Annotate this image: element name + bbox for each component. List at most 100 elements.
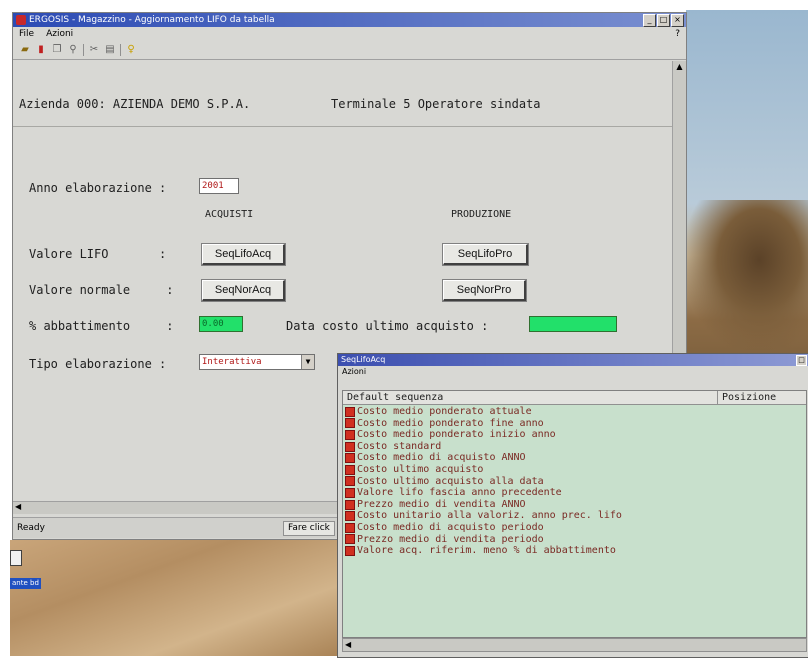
status-ready: Ready [17, 523, 45, 533]
item-icon [345, 441, 355, 452]
list-item[interactable]: Costo ultimo acquisto alla data [343, 476, 622, 488]
list-item[interactable]: Costo medio di acquisto ANNO [343, 452, 622, 464]
item-icon [345, 545, 355, 556]
chevron-down-icon[interactable]: ▼ [301, 355, 314, 369]
list-item-label: Costo unitario alla valoriz. anno prec. … [357, 510, 622, 522]
data-costo-field[interactable] [529, 316, 617, 332]
list-item-label: Costo ultimo acquisto [357, 463, 484, 475]
item-icon [345, 511, 355, 522]
menu-bar: File Azioni ? [13, 27, 686, 41]
sequence-popup: SeqLifoAcq □ Azioni Default sequenza Pos… [337, 353, 808, 658]
list-item-label: Costo medio ponderato attuale [357, 406, 532, 417]
desktop-file-icon[interactable] [10, 550, 22, 566]
col-posizione[interactable]: Posizione [717, 391, 776, 404]
desktop-top [0, 0, 808, 10]
list-item[interactable]: Costo medio ponderato attuale [343, 406, 622, 418]
list-item[interactable]: Valore lifo fascia anno precedente [343, 487, 622, 499]
produzione-header: PRODUZIONE [451, 209, 512, 220]
list-item-label: Valore acq. riferim. meno % di abbattime… [357, 545, 616, 557]
list-item-label: Valore lifo fascia anno precedente [357, 487, 562, 499]
list-item-label: Prezzo medio di vendita ANNO [357, 498, 526, 510]
open-icon[interactable]: ▰ [19, 44, 31, 56]
list-item-label: Costo ultimo acquisto alla data [357, 475, 544, 487]
maximize-button[interactable]: □ [657, 14, 670, 27]
chart-icon[interactable]: ▮ [35, 44, 47, 56]
item-icon [345, 464, 355, 475]
lifo-label: Valore LIFO : [29, 247, 167, 261]
search-icon[interactable]: ⚲ [67, 44, 79, 56]
scroll-left-icon[interactable]: ◀ [13, 502, 21, 511]
normale-label: Valore normale : [29, 283, 174, 297]
item-icon [345, 534, 355, 545]
item-icon [345, 499, 355, 510]
seq-lifo-acq-button[interactable]: SeqLifoAcq [201, 243, 286, 266]
acquisti-header: ACQUISTI [205, 209, 254, 220]
list-item[interactable]: Costo medio ponderato inizio anno [343, 429, 622, 441]
seq-lifo-pro-button[interactable]: SeqLifoPro [442, 243, 529, 266]
list-item[interactable]: Prezzo medio di vendita periodo [343, 534, 622, 546]
wallpaper-rock [686, 200, 808, 350]
tipo-label: Tipo elaborazione : [29, 357, 167, 371]
anno-field[interactable]: 2001 [199, 178, 239, 194]
list-item[interactable]: Prezzo medio di vendita ANNO [343, 499, 622, 511]
list-item-label: Costo standard [357, 440, 442, 452]
company-header: Azienda 000: AZIENDA DEMO S.P.A. [19, 97, 251, 111]
list-item[interactable]: Costo ultimo acquisto [343, 464, 622, 476]
popup-title: SeqLifoAcq [341, 355, 386, 364]
help-icon[interactable]: ♀ [125, 44, 137, 56]
popup-horizontal-scrollbar[interactable]: ◀ [342, 638, 807, 652]
item-icon [345, 429, 355, 440]
app-icon [16, 15, 26, 25]
close-button[interactable]: × [671, 14, 684, 27]
sequence-grid: Default sequenza Posizione Costo medio p… [342, 390, 807, 638]
popup-menu-azioni[interactable]: Azioni [338, 366, 808, 378]
tipo-select[interactable]: Interattiva ▼ [199, 354, 315, 370]
list-item[interactable]: Costo medio ponderato fine anno [343, 418, 622, 430]
scroll-up-icon[interactable]: ▲ [673, 61, 686, 73]
tipo-select-value: Interattiva [202, 357, 262, 367]
desktop-left [0, 10, 10, 656]
menu-file[interactable]: File [19, 27, 34, 41]
list-item[interactable]: Valore acq. riferim. meno % di abbattime… [343, 545, 622, 557]
list-item[interactable]: Costo medio di acquisto periodo [343, 522, 622, 534]
toolbar: ▰ ▮ ❐ ⚲ ✂ ▤ ♀ [13, 41, 686, 60]
item-icon [345, 418, 355, 429]
abbattimento-field[interactable]: 0.00 [199, 316, 243, 332]
menu-azioni[interactable]: Azioni [46, 27, 73, 41]
item-icon [345, 453, 355, 464]
title-bar[interactable]: ERGOSIS - Magazzino - Aggiornamento LIFO… [13, 13, 686, 27]
scroll-left-icon[interactable]: ◀ [343, 640, 351, 649]
desktop-icon-label[interactable]: ante bd [10, 578, 41, 589]
data-costo-label: Data costo ultimo acquisto : [286, 319, 489, 333]
list-item-label: Costo medio di acquisto periodo [357, 521, 544, 533]
seq-nor-pro-button[interactable]: SeqNorPro [442, 279, 527, 302]
list-item[interactable]: Costo standard [343, 441, 622, 453]
toolbar-separator [120, 44, 121, 56]
abbattimento-label: % abbattimento : [29, 319, 174, 333]
terminal-header: Terminale 5 Operatore sindata [331, 97, 541, 111]
item-icon [345, 476, 355, 487]
desktop-wallpaper-sand [10, 540, 340, 656]
seq-nor-acq-button[interactable]: SeqNorAcq [201, 279, 286, 302]
list-item-label: Costo medio ponderato fine anno [357, 417, 544, 429]
status-hint: Fare click [283, 521, 335, 536]
item-icon [345, 522, 355, 533]
menu-help[interactable]: ? [675, 27, 680, 41]
item-icon [345, 487, 355, 498]
print-icon[interactable]: ▤ [104, 44, 116, 56]
window-title: ERGOSIS - Magazzino - Aggiornamento LIFO… [29, 15, 275, 25]
list-item-label: Costo medio ponderato inizio anno [357, 429, 556, 441]
list-item-label: Prezzo medio di vendita periodo [357, 533, 544, 545]
list-item-label: Costo medio di acquisto ANNO [357, 452, 526, 464]
list-item[interactable]: Costo unitario alla valoriz. anno prec. … [343, 510, 622, 522]
col-default-sequenza[interactable]: Default sequenza [347, 391, 443, 404]
popup-maximize-button[interactable]: □ [796, 355, 807, 366]
popup-title-bar[interactable]: SeqLifoAcq □ [338, 354, 808, 366]
header-divider [13, 126, 672, 127]
minimize-button[interactable]: _ [643, 14, 656, 27]
item-icon [345, 406, 355, 417]
cut-icon[interactable]: ✂ [88, 44, 100, 56]
toolbar-separator [83, 44, 84, 56]
grid-header: Default sequenza Posizione [343, 391, 806, 405]
copy-icon[interactable]: ❐ [51, 44, 63, 56]
